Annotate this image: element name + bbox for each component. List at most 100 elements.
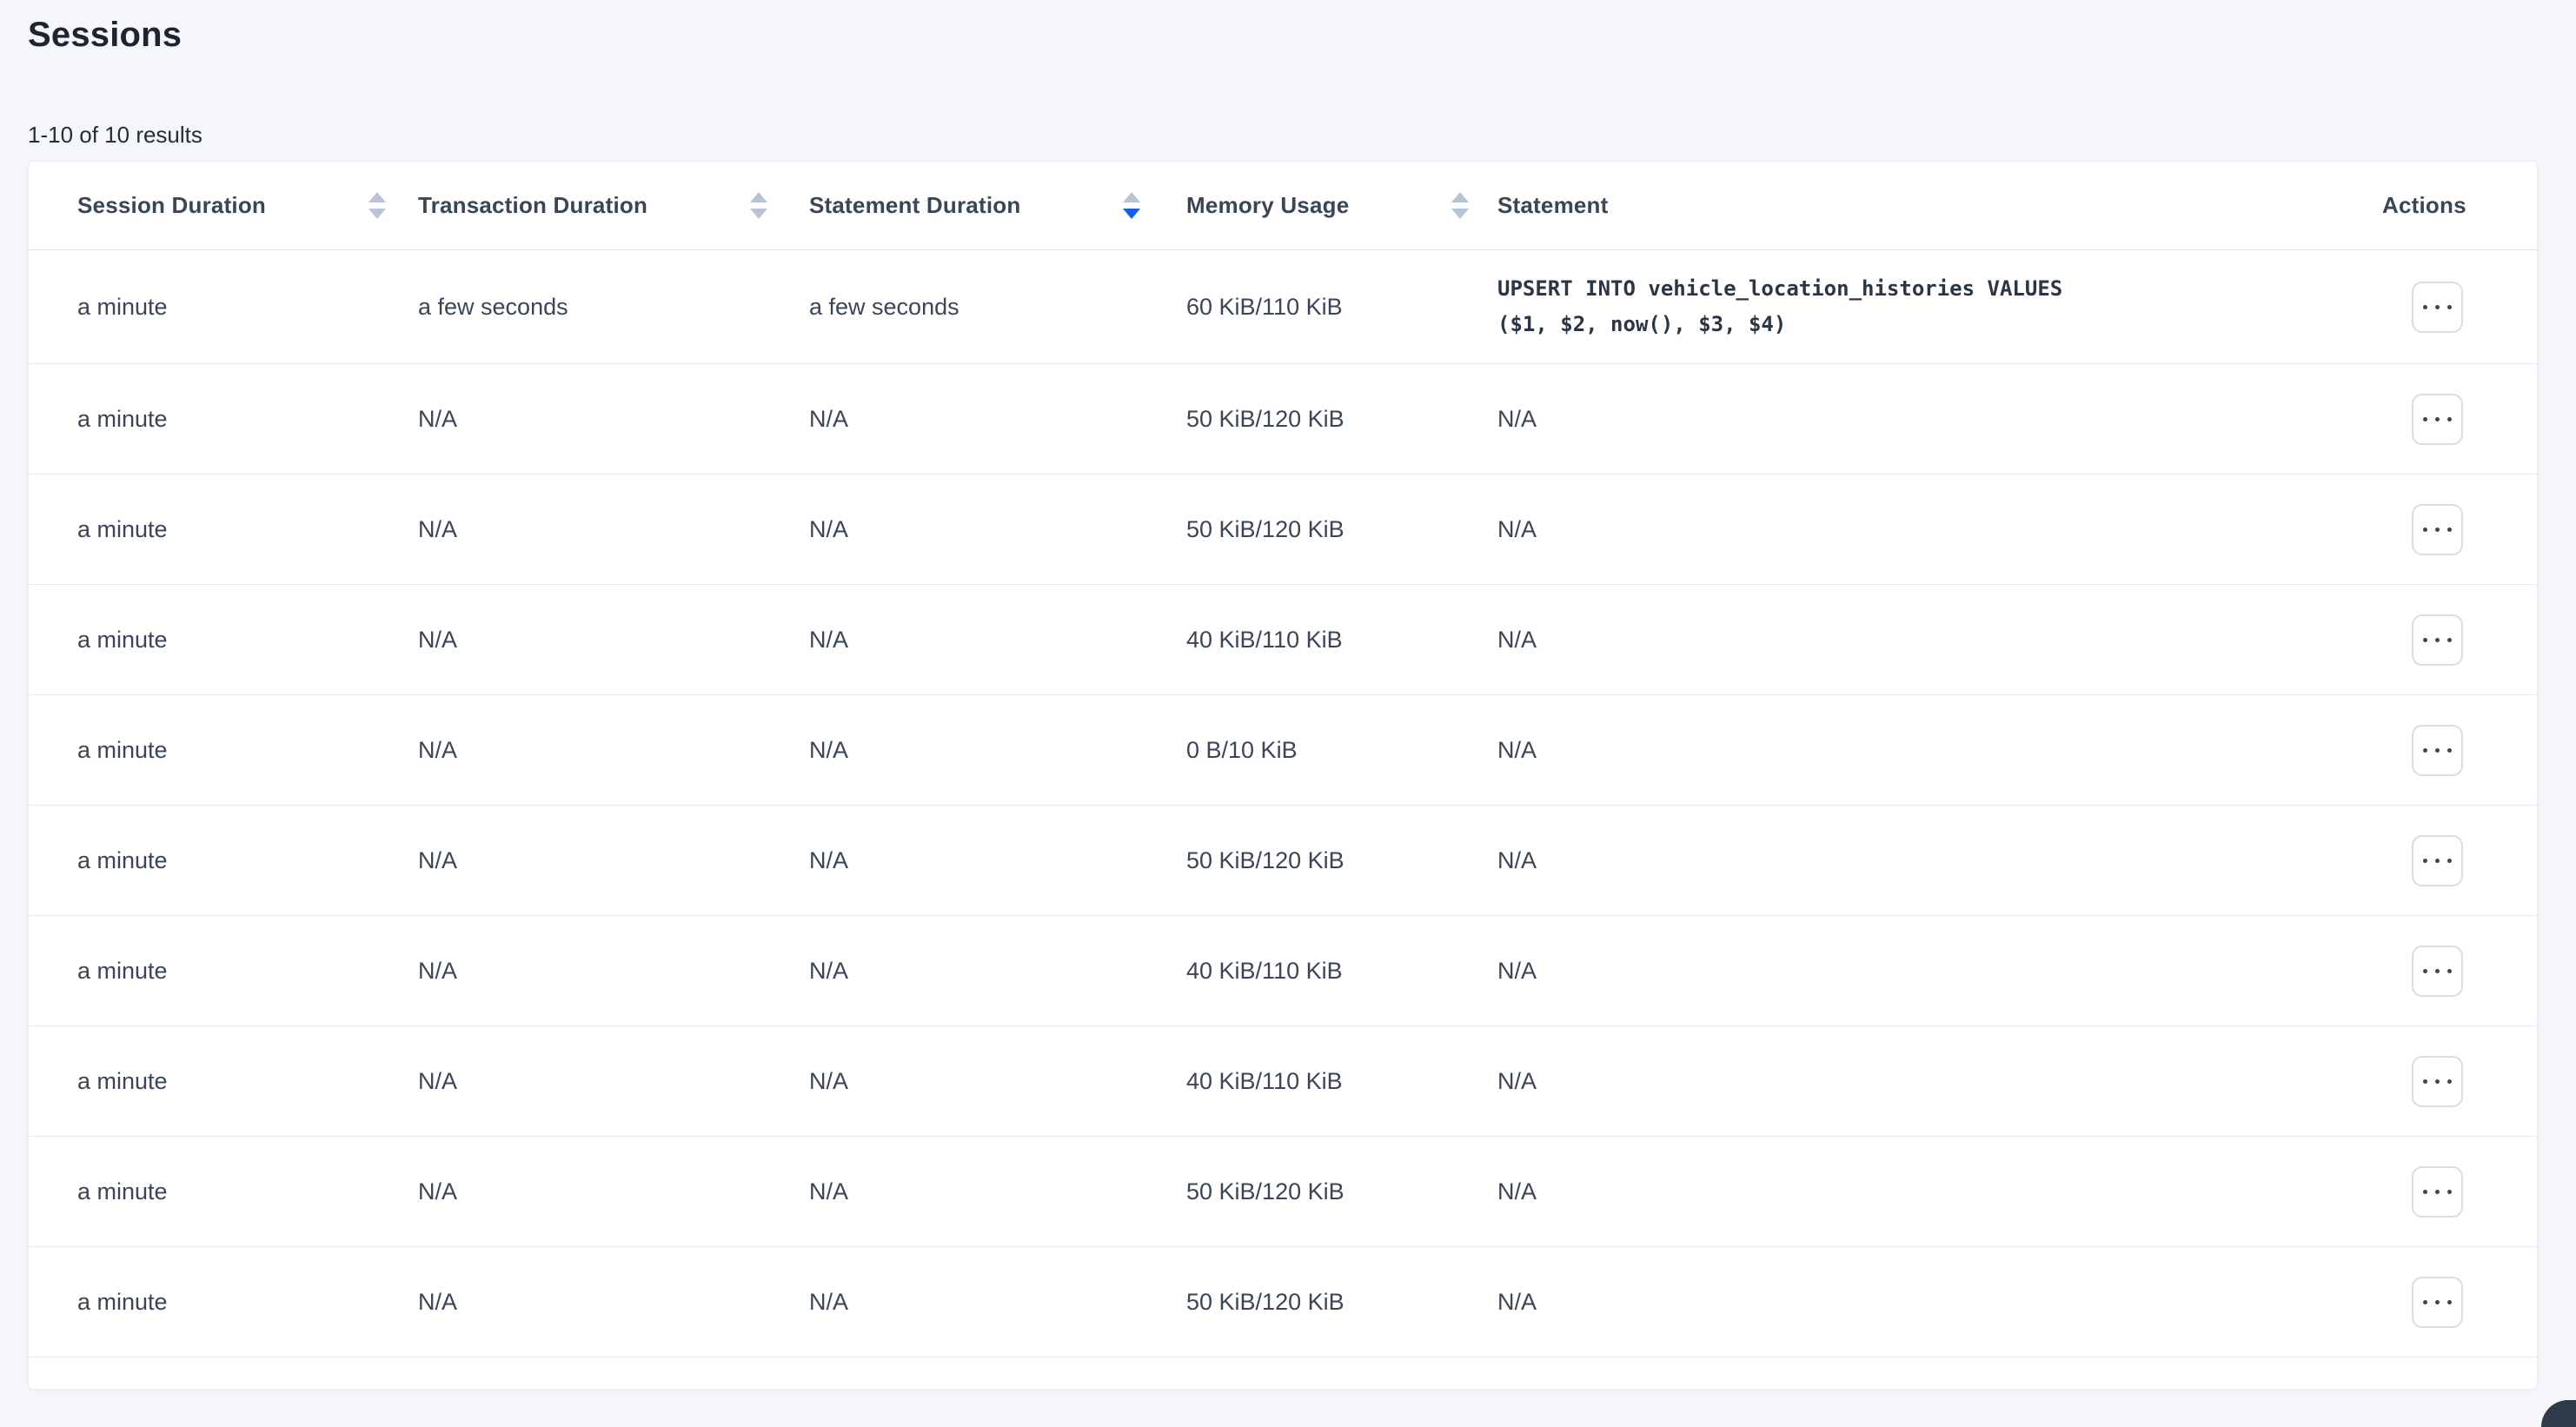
cell-transaction-duration: N/A (418, 826, 809, 895)
ellipsis-icon (2423, 748, 2427, 753)
column-header-transaction-duration[interactable]: Transaction Duration (418, 192, 809, 219)
cell-statement: N/A (1497, 495, 2382, 564)
cell-memory-usage: 50 KiB/120 KiB (1186, 1158, 1497, 1226)
cell-transaction-duration: N/A (418, 495, 809, 564)
cell-transaction-duration: N/A (418, 606, 809, 674)
cell-session-duration: a minute (77, 826, 418, 895)
cell-statement: N/A (1497, 716, 2382, 785)
cell-statement: N/A (1497, 1047, 2382, 1116)
sort-desc-arrow-icon (1451, 209, 1469, 219)
cell-session-duration: a minute (77, 273, 418, 342)
cell-actions (2382, 1166, 2488, 1218)
cell-statement-duration: N/A (809, 385, 1186, 454)
cell-transaction-duration: N/A (418, 385, 809, 454)
sessions-table-card: Session Duration Transaction Duration St… (28, 161, 2538, 1390)
row-actions-button[interactable] (2412, 394, 2463, 445)
ellipsis-icon (2447, 528, 2452, 532)
ellipsis-icon (2447, 305, 2452, 309)
table-row: a minute N/A N/A 40 KiB/110 KiB N/A (29, 916, 2537, 1026)
sort-icon[interactable] (750, 192, 767, 219)
row-actions-button[interactable] (2412, 504, 2463, 555)
ellipsis-icon (2435, 1300, 2440, 1304)
sort-desc-arrow-icon (1123, 209, 1140, 219)
cell-actions (2382, 835, 2488, 886)
cell-actions (2382, 282, 2488, 333)
column-header-label: Actions (2382, 192, 2466, 219)
row-actions-button[interactable] (2412, 282, 2463, 333)
column-header-statement-duration[interactable]: Statement Duration (809, 192, 1186, 219)
cell-memory-usage: 40 KiB/110 KiB (1186, 1047, 1497, 1116)
row-actions-button[interactable] (2412, 1166, 2463, 1218)
row-actions-button[interactable] (2412, 946, 2463, 997)
cell-statement-duration: N/A (809, 1268, 1186, 1337)
sort-icon[interactable] (1451, 192, 1469, 219)
column-header-label: Transaction Duration (418, 192, 647, 219)
cell-actions (2382, 1056, 2488, 1107)
ellipsis-icon (2423, 417, 2427, 421)
sort-icon[interactable] (1123, 192, 1140, 219)
cell-memory-usage: 0 B/10 KiB (1186, 716, 1497, 785)
cell-transaction-duration: N/A (418, 1268, 809, 1337)
ellipsis-icon (2423, 969, 2427, 973)
table-row: a minute a few seconds a few seconds 60 … (29, 250, 2537, 364)
cell-actions (2382, 504, 2488, 555)
table-body: a minute a few seconds a few seconds 60 … (29, 250, 2537, 1357)
ellipsis-icon (2447, 969, 2452, 973)
ellipsis-icon (2435, 638, 2440, 642)
ellipsis-icon (2447, 1190, 2452, 1194)
ellipsis-icon (2447, 638, 2452, 642)
cell-session-duration: a minute (77, 716, 418, 785)
table-row: a minute N/A N/A 0 B/10 KiB N/A (29, 695, 2537, 806)
cell-session-duration: a minute (77, 1158, 418, 1226)
cell-statement-duration: N/A (809, 495, 1186, 564)
row-actions-button[interactable] (2412, 1056, 2463, 1107)
cell-memory-usage: 50 KiB/120 KiB (1186, 385, 1497, 454)
ellipsis-icon (2423, 528, 2427, 532)
table-row: a minute N/A N/A 50 KiB/120 KiB N/A (29, 806, 2537, 916)
cell-statement: N/A (1497, 1268, 2382, 1337)
row-actions-button[interactable] (2412, 614, 2463, 666)
table-header-row: Session Duration Transaction Duration St… (29, 162, 2537, 250)
row-actions-button[interactable] (2412, 1277, 2463, 1328)
cell-statement-duration: N/A (809, 937, 1186, 1006)
ellipsis-icon (2423, 305, 2427, 309)
sort-asc-arrow-icon (1451, 192, 1469, 202)
cell-memory-usage: 40 KiB/110 KiB (1186, 606, 1497, 674)
cell-transaction-duration: N/A (418, 716, 809, 785)
sort-icon[interactable] (368, 192, 386, 219)
row-actions-button[interactable] (2412, 725, 2463, 776)
cell-memory-usage: 50 KiB/120 KiB (1186, 1268, 1497, 1337)
cell-session-duration: a minute (77, 1047, 418, 1116)
cell-statement-duration: a few seconds (809, 273, 1186, 342)
column-header-statement: Statement (1497, 192, 2382, 219)
ellipsis-icon (2435, 528, 2440, 532)
results-summary: 1-10 of 10 results (28, 122, 202, 149)
column-header-session-duration[interactable]: Session Duration (77, 192, 418, 219)
cell-transaction-duration: N/A (418, 1158, 809, 1226)
column-header-memory-usage[interactable]: Memory Usage (1186, 192, 1497, 219)
cell-actions (2382, 1277, 2488, 1328)
cell-statement-duration: N/A (809, 1158, 1186, 1226)
table-row: a minute N/A N/A 50 KiB/120 KiB N/A (29, 475, 2537, 585)
row-actions-button[interactable] (2412, 835, 2463, 886)
corner-resize-handle (2541, 1400, 2576, 1427)
sort-desc-arrow-icon (750, 209, 767, 219)
cell-session-duration: a minute (77, 1268, 418, 1337)
ellipsis-icon (2435, 1079, 2440, 1084)
cell-actions (2382, 394, 2488, 445)
cell-session-duration: a minute (77, 937, 418, 1006)
column-header-actions: Actions (2382, 192, 2492, 219)
ellipsis-icon (2435, 748, 2440, 753)
cell-session-duration: a minute (77, 385, 418, 454)
cell-memory-usage: 50 KiB/120 KiB (1186, 495, 1497, 564)
column-header-label: Statement (1497, 192, 1609, 219)
ellipsis-icon (2423, 1190, 2427, 1194)
cell-statement-duration: N/A (809, 1047, 1186, 1116)
page-title: Sessions (28, 16, 182, 55)
cell-memory-usage: 40 KiB/110 KiB (1186, 937, 1497, 1006)
ellipsis-icon (2447, 417, 2452, 421)
cell-statement: N/A (1497, 606, 2382, 674)
cell-transaction-duration: N/A (418, 937, 809, 1006)
cell-statement-duration: N/A (809, 826, 1186, 895)
ellipsis-icon (2423, 1300, 2427, 1304)
